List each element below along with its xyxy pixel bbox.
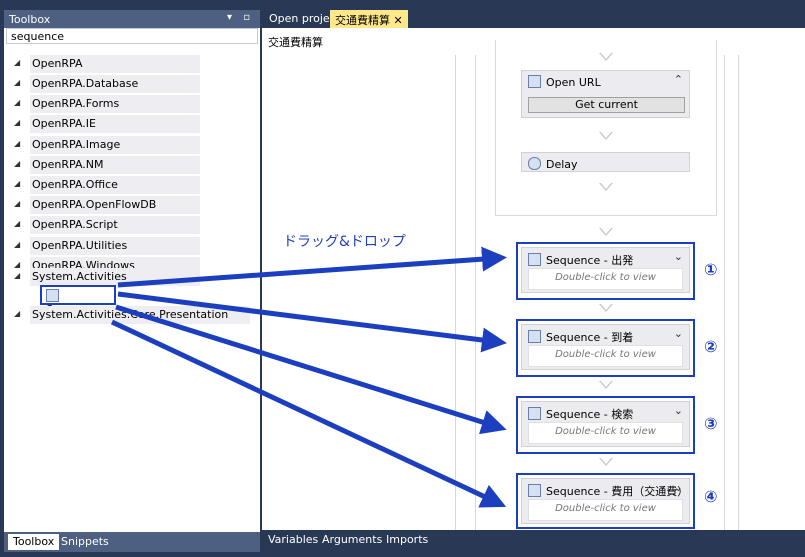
arrow-to-sequence-1: [117, 246, 507, 288]
arrow-to-sequence-4: [110, 319, 507, 508]
arrow-to-sequence-3: [115, 304, 507, 435]
annotation-arrows: [110, 246, 507, 508]
arrow-to-sequence-2: [117, 291, 507, 353]
